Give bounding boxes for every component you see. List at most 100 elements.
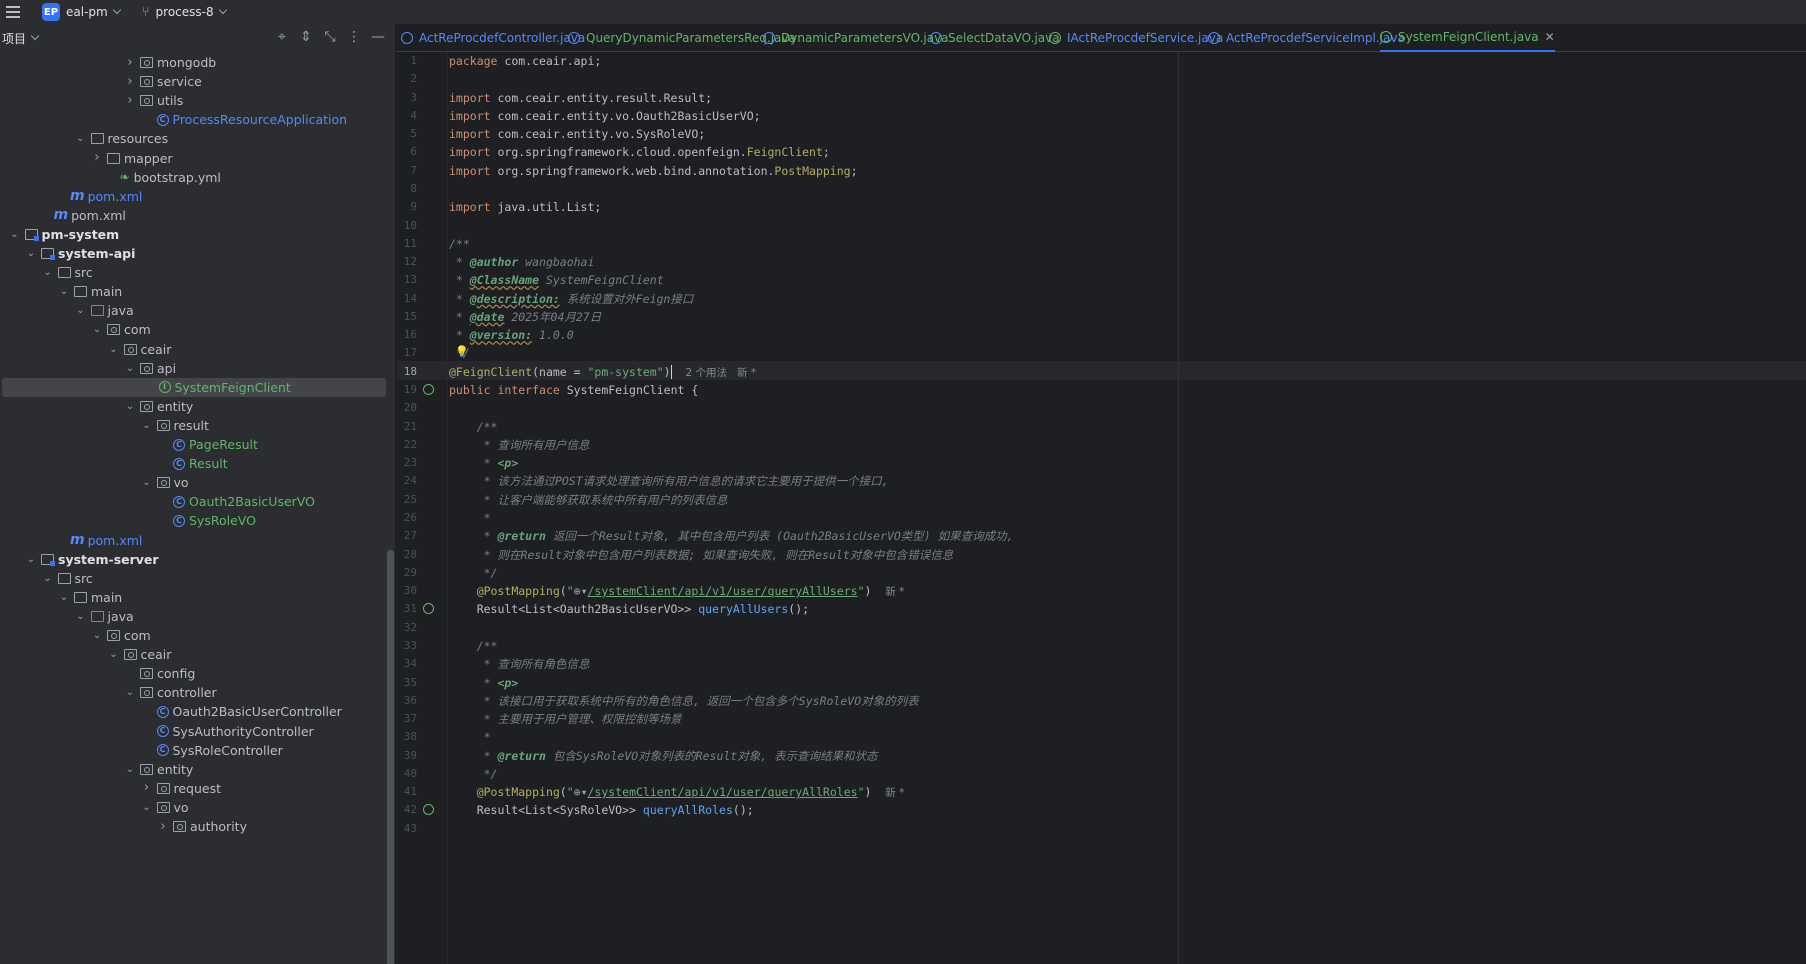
editor-tab[interactable]: SelectDataVO.java bbox=[930, 24, 1060, 52]
chevron-down-icon[interactable] bbox=[42, 263, 54, 282]
tree-item[interactable]: utils bbox=[0, 91, 183, 110]
tree-item[interactable]: C PageResult bbox=[0, 435, 258, 454]
editor-tab[interactable]: QueryDynamicParametersReq.java bbox=[568, 24, 796, 52]
code-line: * <p> bbox=[449, 456, 519, 471]
tree-item[interactable]: system-api bbox=[0, 244, 135, 263]
editor-tab[interactable]: SystemFeignClient.java ✕ bbox=[1380, 24, 1555, 52]
tree-item[interactable]: entity bbox=[0, 760, 193, 779]
chevron-down-icon[interactable] bbox=[124, 359, 136, 378]
chevron-down-icon[interactable] bbox=[218, 5, 227, 15]
implemented-marker-icon[interactable] bbox=[423, 804, 434, 816]
chevron-down-icon[interactable] bbox=[141, 473, 153, 492]
tree-item[interactable]: vo bbox=[0, 473, 189, 492]
tree-item[interactable]: I SystemFeignClient bbox=[2, 377, 386, 397]
intention-bulb-icon[interactable]: 💡 bbox=[455, 345, 469, 358]
chevron-down-icon[interactable] bbox=[91, 626, 103, 645]
chevron-down-icon[interactable] bbox=[9, 225, 21, 244]
chevron-down-icon[interactable] bbox=[108, 340, 120, 359]
tree-item[interactable]: ceair bbox=[0, 340, 171, 359]
package-icon bbox=[140, 668, 153, 680]
tree-item[interactable]: m pom.xml bbox=[0, 187, 142, 206]
chevron-right-icon[interactable] bbox=[157, 817, 169, 837]
more-options-icon[interactable]: ⋮ bbox=[347, 29, 361, 45]
chevron-down-icon[interactable] bbox=[30, 31, 40, 41]
tree-item[interactable]: com bbox=[0, 320, 151, 339]
chevron-right-icon[interactable] bbox=[91, 148, 103, 168]
expand-all-icon[interactable]: ⇕ bbox=[299, 29, 313, 45]
chevron-right-icon[interactable] bbox=[124, 72, 136, 92]
branch-name[interactable]: process-8 bbox=[156, 5, 214, 19]
chevron-down-icon[interactable] bbox=[141, 798, 153, 817]
chevron-down-icon[interactable] bbox=[58, 588, 70, 607]
package-icon bbox=[123, 649, 137, 661]
tree-item[interactable]: C SysRoleController bbox=[0, 741, 283, 760]
tree-item[interactable]: src bbox=[0, 263, 93, 282]
tree-item[interactable]: request bbox=[0, 779, 221, 798]
tree-item[interactable]: mapper bbox=[0, 149, 173, 168]
tree-item[interactable]: system-server bbox=[0, 550, 159, 569]
tree-item[interactable]: m pom.xml bbox=[0, 206, 126, 225]
tree-item[interactable]: result bbox=[0, 416, 209, 435]
locate-icon[interactable]: ⌖ bbox=[275, 29, 289, 45]
project-badge[interactable]: EP bbox=[42, 3, 60, 21]
tree-item[interactable]: authority bbox=[0, 817, 247, 836]
tree-item[interactable]: C Oauth2BasicUserController bbox=[0, 702, 342, 721]
tree-item[interactable]: main bbox=[0, 282, 122, 301]
tree-item[interactable]: m pom.xml bbox=[0, 531, 142, 550]
tree-item[interactable]: service bbox=[0, 72, 202, 91]
chevron-down-icon[interactable] bbox=[124, 683, 136, 702]
tree-item[interactable]: com bbox=[0, 626, 151, 645]
main-menu-icon[interactable] bbox=[6, 6, 20, 18]
chevron-down-icon[interactable] bbox=[58, 282, 70, 301]
chevron-down-icon[interactable] bbox=[75, 301, 87, 320]
tree-item[interactable]: controller bbox=[0, 683, 217, 702]
code-editor[interactable]: 1 2 3 4 5 6 7 8 9 10 11 12 13 14 15 16 17 18 19 20 21 22 23 24 2… bbox=[397, 52, 1806, 964]
tree-item[interactable]: resources bbox=[0, 129, 168, 148]
chevron-down-icon[interactable] bbox=[112, 5, 121, 15]
chevron-down-icon[interactable] bbox=[141, 416, 153, 435]
tree-item[interactable]: mongodb bbox=[0, 53, 216, 72]
editor-tab[interactable]: ActReProcdefController.java bbox=[401, 24, 585, 52]
chevron-down-icon[interactable] bbox=[108, 645, 120, 664]
tree-item[interactable]: pm-system bbox=[0, 225, 119, 244]
editor-tab[interactable]: IActReProcdefService.java bbox=[1049, 24, 1223, 52]
chevron-down-icon[interactable] bbox=[75, 129, 87, 148]
implemented-marker-icon[interactable] bbox=[423, 603, 434, 615]
chevron-down-icon[interactable] bbox=[42, 569, 54, 588]
tree-scrollbar[interactable] bbox=[387, 550, 394, 964]
project-panel-title[interactable]: 项目 bbox=[2, 30, 26, 47]
tree-item[interactable]: C SysAuthorityController bbox=[0, 722, 314, 741]
tree-item[interactable]: C Oauth2BasicUserVO bbox=[0, 492, 315, 511]
tree-item[interactable]: C SysRoleVO bbox=[0, 511, 256, 530]
tree-item[interactable]: api bbox=[0, 359, 176, 378]
chevron-right-icon[interactable] bbox=[124, 91, 136, 111]
tree-item[interactable]: config bbox=[0, 664, 195, 683]
tree-item[interactable]: java bbox=[0, 607, 134, 626]
tree-item[interactable]: main bbox=[0, 588, 122, 607]
project-name[interactable]: eal-pm bbox=[66, 5, 108, 19]
editor-tab[interactable]: DynamicParametersVO.java bbox=[763, 24, 949, 52]
tree-item[interactable]: C Result bbox=[0, 454, 228, 473]
tree-item[interactable]: C ProcessResourceApplication bbox=[0, 110, 347, 129]
chevron-down-icon[interactable] bbox=[91, 320, 103, 339]
collapse-all-icon[interactable]: ⤡ bbox=[323, 29, 337, 45]
chevron-down-icon[interactable] bbox=[75, 607, 87, 626]
chevron-down-icon[interactable] bbox=[25, 550, 37, 569]
tree-item[interactable]: vo bbox=[0, 798, 189, 817]
chevron-right-icon[interactable] bbox=[124, 53, 136, 73]
chevron-down-icon[interactable] bbox=[124, 397, 136, 416]
hide-panel-icon[interactable]: — bbox=[371, 29, 385, 45]
tree-item-label: pom.xml bbox=[87, 532, 143, 548]
tree-item[interactable]: src bbox=[0, 569, 93, 588]
chevron-right-icon[interactable] bbox=[141, 778, 153, 798]
tree-item[interactable]: ❧ bootstrap.yml bbox=[0, 168, 221, 187]
tree-item[interactable]: java bbox=[0, 301, 134, 320]
chevron-down-icon[interactable] bbox=[124, 760, 136, 779]
chevron-down-icon[interactable] bbox=[25, 244, 37, 263]
implemented-marker-icon[interactable] bbox=[423, 384, 434, 396]
tree-item[interactable]: ceair bbox=[0, 645, 171, 664]
close-icon[interactable]: ✕ bbox=[1545, 30, 1555, 44]
editor-tab[interactable]: ActReProcdefServiceImpl.java bbox=[1208, 24, 1405, 52]
package-icon bbox=[140, 76, 153, 88]
tree-item[interactable]: entity bbox=[0, 397, 193, 416]
